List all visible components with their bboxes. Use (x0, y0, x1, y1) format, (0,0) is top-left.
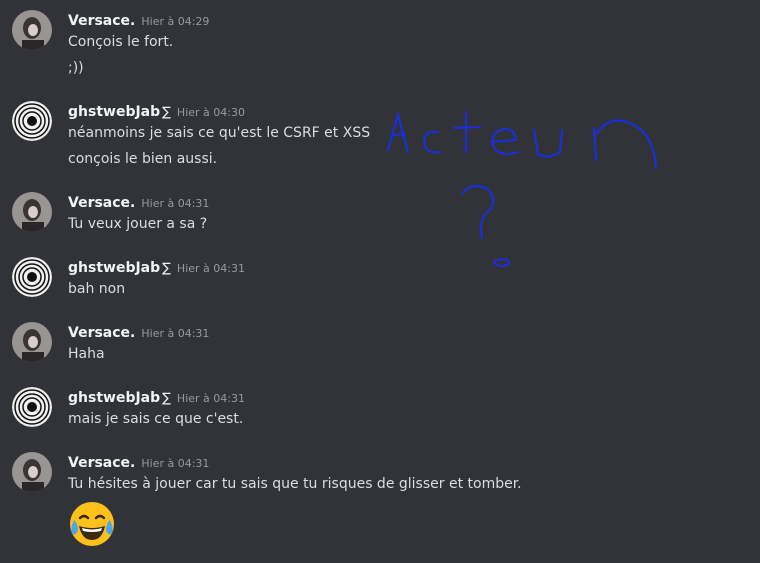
message-text: néanmoins je sais ce qu'est le CSRF et X… (68, 125, 371, 141)
user-tag: ∑ (162, 391, 171, 406)
avatar-versace[interactable] (12, 10, 52, 50)
message-header: ghstwebJab ∑ Hier à 04:31 (68, 387, 245, 406)
username[interactable]: ghstwebJab (68, 104, 160, 120)
avatar-ghstwebjab[interactable] (12, 101, 52, 141)
chat-log: Versace. Hier à 04:29 Conçois le fort. ;)… (0, 0, 760, 563)
timestamp: Hier à 04:31 (176, 392, 245, 405)
username[interactable]: ghstwebJab (68, 260, 160, 276)
timestamp: Hier à 04:31 (141, 197, 210, 210)
message-header: Versace. Hier à 04:31 (68, 452, 209, 471)
message-text: mais je sais ce que c'est. (68, 411, 244, 427)
timestamp: Hier à 04:29 (141, 15, 210, 28)
message-header: Versace. Hier à 04:31 (68, 192, 209, 211)
username[interactable]: ghstwebJab (68, 390, 160, 406)
avatar-versace[interactable] (12, 452, 52, 492)
handwritten-drawing (386, 110, 658, 268)
message-text: ;)) (68, 60, 84, 76)
timestamp: Hier à 04:31 (176, 262, 245, 275)
user-tag: ∑ (162, 261, 171, 276)
message-header: ghstwebJab ∑ Hier à 04:30 (68, 101, 245, 120)
avatar-ghstwebjab[interactable] (12, 387, 52, 427)
timestamp: Hier à 04:31 (141, 327, 210, 340)
message-header: ghstwebJab ∑ Hier à 04:31 (68, 257, 245, 276)
message-text: Tu veux jouer a sa ? (68, 216, 208, 232)
timestamp: Hier à 04:31 (141, 457, 210, 470)
username[interactable]: Versace. (68, 195, 135, 211)
avatar-versace[interactable] (12, 192, 52, 232)
message-header: Versace. Hier à 04:31 (68, 322, 209, 341)
username[interactable]: Versace. (68, 325, 135, 341)
joy-emoji-icon[interactable] (68, 500, 116, 548)
avatar-ghstwebjab[interactable] (12, 257, 52, 297)
avatar-versace[interactable] (12, 322, 52, 362)
user-tag: ∑ (162, 105, 171, 120)
message-text: conçois le bien aussi. (68, 151, 218, 167)
username[interactable]: Versace. (68, 455, 135, 471)
message-text: Conçois le fort. (68, 34, 174, 50)
message-text: bah non (68, 281, 126, 297)
message-text: Haha (68, 346, 105, 362)
message-header: Versace. Hier à 04:29 (68, 10, 209, 29)
username[interactable]: Versace. (68, 13, 135, 29)
message-text: Tu hésites à jouer car tu sais que tu ri… (68, 476, 522, 492)
timestamp: Hier à 04:30 (176, 106, 245, 119)
